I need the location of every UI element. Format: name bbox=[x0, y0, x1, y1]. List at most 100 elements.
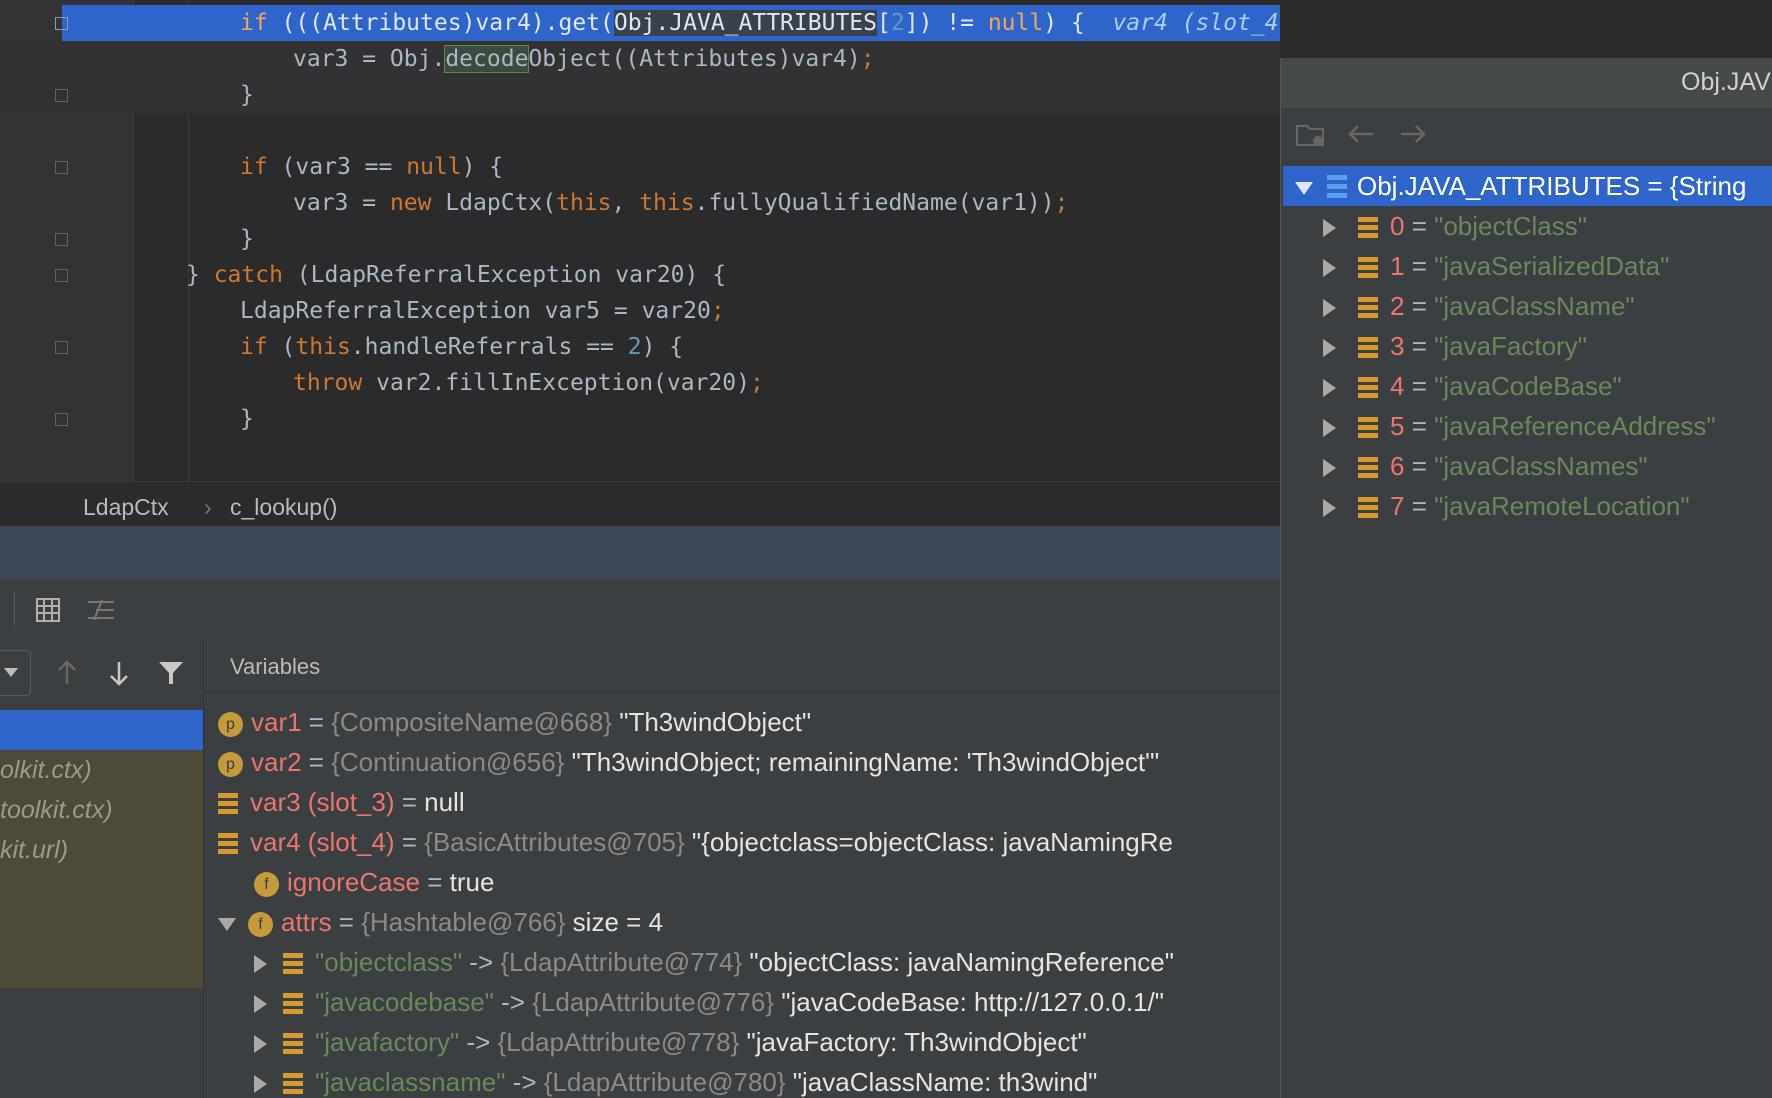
fold-marker-icon[interactable] bbox=[55, 89, 68, 102]
arrow-up-icon[interactable] bbox=[56, 660, 78, 686]
variables-title: Variables bbox=[230, 654, 321, 679]
variable-type: {LdapAttribute@774} bbox=[500, 947, 743, 977]
expand-right-icon[interactable] bbox=[254, 955, 267, 974]
item-value: "javaClassNames" bbox=[1434, 451, 1648, 481]
popup-item-row[interactable]: 0 = "objectClass" bbox=[1323, 206, 1587, 246]
variable-value: "Th3windObject; remainingName: 'Th3windO… bbox=[571, 747, 1160, 777]
forward-arrow-icon[interactable] bbox=[1399, 122, 1427, 146]
item-value: "javaReferenceAddress" bbox=[1434, 411, 1716, 441]
expand-right-icon[interactable] bbox=[1323, 379, 1336, 398]
breadcrumb-method[interactable]: c_lookup() bbox=[230, 494, 337, 521]
variable-row[interactable]: "objectclass" -> {LdapAttribute@774} "ob… bbox=[254, 942, 1174, 982]
frame-item[interactable]: kit.url) bbox=[0, 830, 68, 870]
code-token: var3 = Obj. bbox=[293, 46, 446, 72]
expand-right-icon[interactable] bbox=[1323, 219, 1336, 238]
code-text: if (var3 == null) { bbox=[240, 149, 503, 185]
variable-row[interactable]: "javafactory" -> {LdapAttribute@778} "ja… bbox=[254, 1022, 1087, 1062]
expand-right-icon[interactable] bbox=[254, 1035, 267, 1054]
popup-item-row[interactable]: 4 = "javaCodeBase" bbox=[1323, 366, 1622, 406]
variable-value: size = 4 bbox=[572, 907, 663, 937]
variable-row[interactable]: var4 (slot_4) = {BasicAttributes@705} "{… bbox=[218, 822, 1173, 862]
code-token: if bbox=[240, 10, 268, 36]
code-token: ( bbox=[267, 334, 296, 360]
code-line[interactable]: } bbox=[0, 401, 1280, 437]
code-token: .fullyQualifiedName(var1)) bbox=[694, 190, 1055, 216]
code-line[interactable]: } bbox=[0, 77, 1280, 113]
back-arrow-icon[interactable] bbox=[1347, 122, 1375, 146]
variable-row[interactable]: f attrs = {Hashtable@766} size = 4 bbox=[218, 902, 663, 942]
popup-item-row[interactable]: 3 = "javaFactory" bbox=[1323, 326, 1587, 366]
code-line[interactable]: LdapReferralException var5 = var20; bbox=[0, 293, 1280, 329]
fold-marker-icon[interactable] bbox=[55, 341, 68, 354]
fold-marker-icon[interactable] bbox=[55, 269, 68, 282]
table-view-icon[interactable] bbox=[36, 598, 60, 622]
code-editor[interactable]: if (((Attributes)var4).get(Obj.JAVA_ATTR… bbox=[0, 0, 1280, 481]
variable-row[interactable]: p var2 = {Continuation@656} "Th3windObjec… bbox=[218, 742, 1159, 782]
fold-marker-icon[interactable] bbox=[55, 161, 68, 174]
variable-row[interactable]: "javaclassname" -> {LdapAttribute@780} "… bbox=[254, 1062, 1097, 1098]
expand-right-icon[interactable] bbox=[1323, 459, 1336, 478]
code-token: } bbox=[240, 82, 254, 108]
fold-marker-icon[interactable] bbox=[55, 413, 68, 426]
popup-item-row[interactable]: 5 = "javaReferenceAddress" bbox=[1323, 406, 1716, 446]
thread-selector[interactable] bbox=[0, 650, 31, 696]
variable-row[interactable]: p var1 = {CompositeName@668} "Th3windObje… bbox=[218, 702, 811, 742]
variable-row[interactable]: "javacodebase" -> {LdapAttribute@776} "j… bbox=[254, 982, 1164, 1022]
popup-title: Obj.JAV bbox=[1681, 68, 1771, 96]
popup-title-bar[interactable]: Obj.JAV bbox=[1281, 58, 1772, 108]
popup-item-row[interactable]: 2 = "javaClassName" bbox=[1323, 286, 1635, 326]
fold-marker-icon[interactable] bbox=[55, 17, 68, 30]
variable-row[interactable]: f ignoreCase = true bbox=[254, 862, 494, 902]
parameter-icon: p bbox=[218, 711, 243, 737]
code-line[interactable]: if (var3 == null) { bbox=[0, 149, 1280, 185]
popup-root-row[interactable]: Obj.JAVA_ATTRIBUTES = {String bbox=[1283, 166, 1772, 206]
expand-down-icon[interactable] bbox=[218, 917, 236, 931]
code-line[interactable]: throw var2.fillInException(var20); bbox=[0, 365, 1280, 401]
code-token: if bbox=[240, 334, 268, 360]
code-line[interactable]: var3 = Obj.decodeObject((Attributes)var4… bbox=[0, 41, 1280, 77]
popup-item-row[interactable]: 1 = "javaSerializedData" bbox=[1323, 246, 1669, 286]
debug-toolbar bbox=[0, 580, 1280, 639]
field-icon bbox=[218, 833, 238, 856]
frame-item[interactable]: toolkit.ctx) bbox=[0, 790, 113, 830]
layout-settings-icon[interactable] bbox=[88, 598, 114, 622]
field-icon bbox=[218, 793, 238, 816]
expand-right-icon[interactable] bbox=[1323, 419, 1336, 438]
variable-row[interactable]: var3 (slot_3) = null bbox=[218, 782, 465, 822]
variable-value: "{objectclass=objectClass: javaNamingRe bbox=[691, 827, 1173, 857]
code-line[interactable]: if (this.handleReferrals == 2) { bbox=[0, 329, 1280, 365]
expand-down-icon[interactable] bbox=[1295, 181, 1313, 195]
code-token: LdapCtx( bbox=[431, 190, 557, 216]
filter-icon[interactable] bbox=[158, 660, 184, 686]
code-token: ) { bbox=[461, 154, 504, 180]
variable-type: {Continuation@656} bbox=[331, 747, 565, 777]
code-text: var3 = Obj.decodeObject((Attributes)var4… bbox=[293, 41, 875, 77]
expand-right-icon[interactable] bbox=[254, 995, 267, 1014]
frame-selected[interactable] bbox=[0, 710, 203, 750]
breadcrumb-class[interactable]: LdapCtx bbox=[83, 494, 169, 521]
folder-settings-icon[interactable] bbox=[1295, 120, 1327, 148]
breadcrumb: LdapCtx › c_lookup() bbox=[0, 481, 1280, 527]
code-line[interactable]: } catch (LdapReferralException var20) { bbox=[0, 257, 1280, 293]
expand-right-icon[interactable] bbox=[1323, 339, 1336, 358]
frames-panel: olkit.ctx) toolkit.ctx) kit.url) bbox=[0, 638, 204, 1098]
field-icon bbox=[283, 1073, 303, 1096]
code-line[interactable]: var3 = new LdapCtx(this, this.fullyQuali… bbox=[0, 185, 1280, 221]
code-text: if (((Attributes)var4).get(Obj.JAVA_ATTR… bbox=[240, 5, 1280, 41]
fold-marker-icon[interactable] bbox=[55, 233, 68, 246]
code-text: if (this.handleReferrals == 2) { bbox=[240, 329, 683, 365]
expand-right-icon[interactable] bbox=[1323, 299, 1336, 318]
code-token: (LdapReferralException var20) { bbox=[282, 262, 727, 288]
frame-item[interactable]: olkit.ctx) bbox=[0, 750, 92, 790]
popup-item-row[interactable]: 6 = "javaClassNames" bbox=[1323, 446, 1648, 486]
execution-point-line[interactable]: if (((Attributes)var4).get(Obj.JAVA_ATTR… bbox=[62, 5, 1280, 41]
item-value: "javaSerializedData" bbox=[1434, 251, 1670, 281]
expand-right-icon[interactable] bbox=[1323, 499, 1336, 518]
code-line[interactable] bbox=[0, 113, 1280, 149]
popup-item-row[interactable]: 7 = "javaRemoteLocation" bbox=[1323, 486, 1690, 526]
code-line[interactable]: } bbox=[0, 221, 1280, 257]
code-text: } bbox=[240, 401, 254, 437]
arrow-down-icon[interactable] bbox=[108, 660, 130, 686]
expand-right-icon[interactable] bbox=[254, 1075, 267, 1094]
expand-right-icon[interactable] bbox=[1323, 259, 1336, 278]
